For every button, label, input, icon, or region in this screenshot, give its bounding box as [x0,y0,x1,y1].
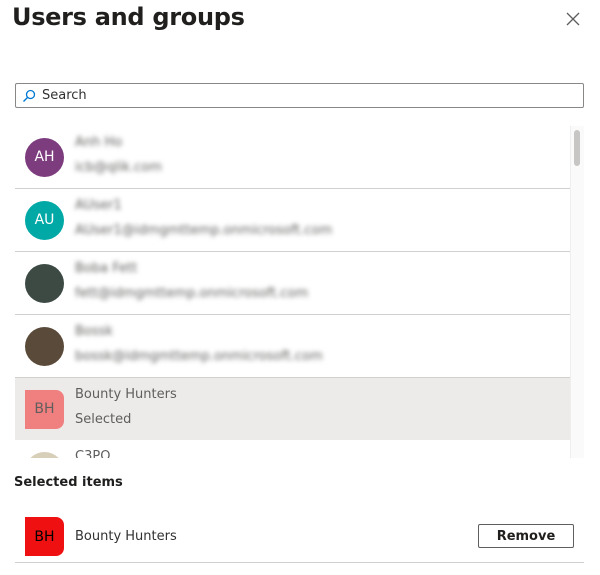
list-item[interactable]: AU AUser1 AUser1@idmgmttemp.onmicrosoft.co… [15,189,570,252]
list-item-secondary: icb@qlik.com [75,160,162,175]
avatar: AH [25,137,64,177]
photo-avatar [25,326,64,366]
page-title: Users and groups [12,3,245,31]
list-item[interactable]: Boba Fett fett@idmgmttemp.onmicrosoft.com [15,252,570,315]
list-item-secondary: bossk@idmgmttemp.onmicrosoft.com [75,349,323,364]
photo-avatar [25,451,64,458]
close-icon[interactable] [563,9,583,29]
list-item[interactable]: BH Bounty Hunters Selected [15,378,570,440]
list-item-text: Boba Fett fett@idmgmttemp.onmicrosoft.com [75,261,308,301]
list-item-secondary: Selected [75,412,132,427]
list-item-secondary: fett@idmgmttemp.onmicrosoft.com [75,286,309,301]
list-item-name: Bossk [75,324,113,339]
scrollbar-thumb[interactable] [574,130,580,166]
user-group-list: AH Anh Ho icb@qlik.com AU AUser1 AUser1@idmgm… [15,126,570,458]
selected-item-name: Bounty Hunters [75,529,177,544]
group-avatar: BH [25,517,64,556]
selected-item: BH Bounty Hunters Remove [15,515,584,563]
list-item[interactable]: Bossk bossk@idmgmttemp.onmicrosoft.com [15,315,570,378]
list-item-name: Bounty Hunters [75,387,177,402]
list-item[interactable]: C3PO [15,440,570,458]
remove-button[interactable]: Remove [478,524,574,548]
list-item-text: AUser1 AUser1@idmgmttemp.onmicrosoft.com [75,198,332,238]
list-item-secondary: AUser1@idmgmttemp.onmicrosoft.com [75,223,333,238]
list-item-text: Anh Ho icb@qlik.com [75,135,162,175]
list-item-text: C3PO [75,449,110,458]
list-item-name: C3PO [75,449,111,458]
list-item-name: AUser1 [75,198,122,213]
list-item-name: Boba Fett [75,261,138,276]
photo-avatar [25,263,64,303]
scrollbar[interactable] [570,126,584,458]
selected-items-header: Selected items [14,475,123,490]
search-icon [23,89,36,102]
group-avatar: BH [25,389,64,429]
list-item-text: Bossk bossk@idmgmttemp.onmicrosoft.com [75,324,323,364]
list-item-text: Bounty Hunters Selected [75,387,177,427]
search-box[interactable] [15,83,584,108]
list-item-name: Anh Ho [75,135,123,150]
search-input[interactable] [40,87,544,104]
avatar: AU [25,200,64,240]
list-item[interactable]: AH Anh Ho icb@qlik.com [15,126,570,189]
